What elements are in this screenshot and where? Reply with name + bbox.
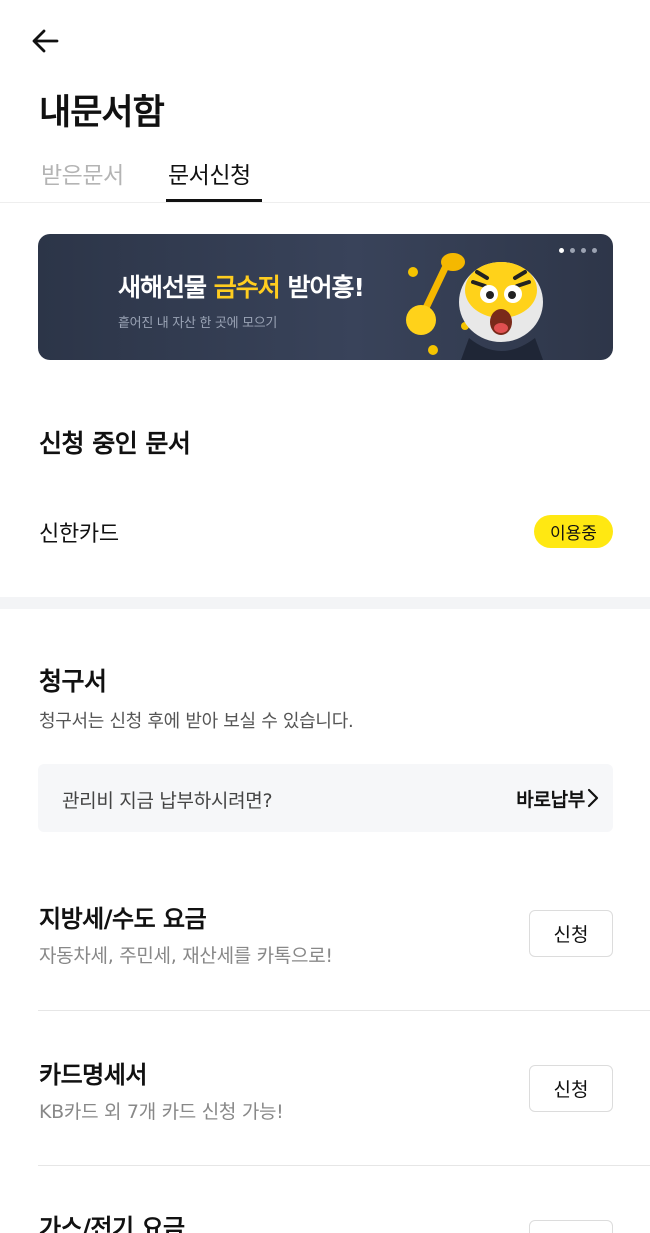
banner-title-part1: 새해선물 [118, 273, 214, 302]
banner-title: 새해선물 금수저 받어흥! [118, 268, 365, 304]
apply-button[interactable]: 신청 [529, 1065, 613, 1112]
chevron-right-icon [587, 788, 599, 808]
tab-received-documents[interactable]: 받은문서 [41, 156, 124, 190]
bills-section-title: 청구서 [39, 667, 107, 696]
apply-button[interactable]: 신청 [529, 1220, 613, 1233]
banner-title-highlight: 금수저 [213, 273, 281, 302]
section-divider [0, 597, 650, 609]
bill-item-title: 카드명세서 [39, 1061, 147, 1089]
tab-document-request[interactable]: 문서신청 [168, 156, 251, 190]
bill-item-subtitle: KB카드 외 7개 카드 신청 가능! [39, 1101, 284, 1123]
pay-now-link[interactable]: 바로납부 [516, 785, 585, 812]
status-badge: 이용중 [534, 515, 613, 548]
arrow-left-icon [32, 29, 59, 53]
bill-item-title: 지방세/수도 요금 [39, 905, 207, 933]
bill-item-subtitle: 자동차세, 주민세, 재산세를 카톡으로! [39, 945, 333, 967]
banner-title-part2: 받어흥! [279, 273, 364, 302]
tab-bar: 받은문서 문서신청 [0, 150, 650, 203]
promo-banner[interactable]: 새해선물 금수저 받어흥! 흩어진 내 자산 한 곳에 모으기 [38, 234, 613, 360]
page-title: 내문서함 [39, 93, 165, 133]
banner-subtitle: 흩어진 내 자산 한 곳에 모으기 [118, 316, 278, 331]
in-progress-section-title: 신청 중인 문서 [39, 429, 191, 458]
pay-prompt-text: 관리비 지금 납부하시려면? [62, 790, 273, 812]
banner-dot [581, 248, 586, 253]
tiger-mascot-illustration [406, 253, 543, 360]
back-button[interactable] [28, 24, 62, 58]
in-progress-item-name[interactable]: 신한카드 [39, 516, 119, 548]
pay-now-banner[interactable]: 관리비 지금 납부하시려면? 바로납부 [38, 764, 613, 832]
list-divider [38, 1165, 650, 1166]
list-divider [38, 1010, 650, 1011]
banner-dot [592, 248, 597, 253]
bills-description: 청구서는 신청 후에 받아 보실 수 있습니다. [39, 711, 354, 732]
active-tab-indicator [166, 199, 262, 202]
apply-button[interactable]: 신청 [529, 910, 613, 957]
bill-item-title: 가스/전기 요금 [39, 1214, 185, 1233]
